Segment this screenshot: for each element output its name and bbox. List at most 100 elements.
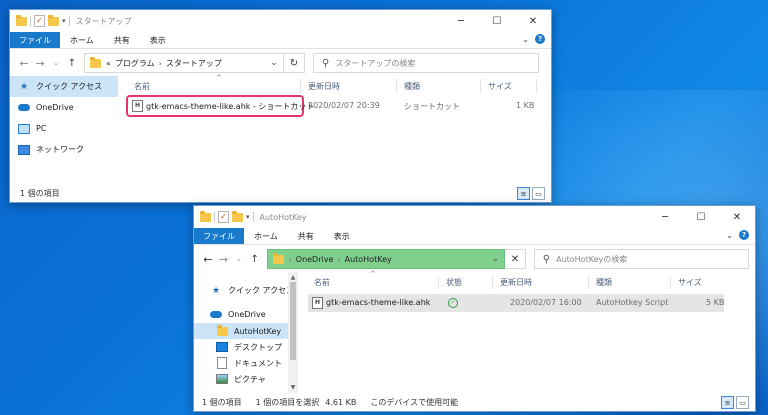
breadcrumb-onedrive[interactable]: OneDrive — [296, 255, 334, 264]
recent-locations-chevron-icon[interactable]: ⌄ — [48, 59, 64, 67]
sidebar-item-desktop[interactable]: デスクトップ — [194, 339, 298, 355]
address-dropdown-icon[interactable]: ⌄ — [265, 58, 283, 68]
column-type[interactable]: 種類 — [596, 277, 612, 288]
large-icons-view-icon[interactable]: ▭ — [736, 396, 749, 409]
close-button[interactable]: ✕ — [719, 206, 755, 228]
up-arrow-icon[interactable]: ↑ — [247, 254, 263, 265]
sidebar-item-onedrive[interactable]: OneDrive — [10, 97, 118, 118]
recent-locations-chevron-icon[interactable]: ⌄ — [231, 255, 247, 263]
sidebar-item-label: AutoHotKey — [234, 326, 282, 336]
column-modified[interactable]: 更新日時 — [500, 277, 532, 288]
title-bar[interactable]: ✓ ▾ スタートアップ ─ ☐ ✕ — [10, 10, 551, 32]
scroll-up-icon[interactable]: ▲ — [288, 274, 298, 281]
navigation-pane: ★ クイック アクセス OneDrive PC ネットワーク — [10, 76, 118, 184]
title-bar[interactable]: ✓ ▾ AutoHotKey ─ ☐ ✕ — [194, 206, 755, 228]
large-icons-view-icon[interactable]: ▭ — [532, 187, 545, 200]
chevron-down-icon[interactable]: ▾ — [62, 17, 66, 25]
sidebar-item-pc[interactable]: PC — [10, 118, 118, 139]
sidebar-item-pictures[interactable]: ピクチャ — [194, 371, 298, 387]
column-type[interactable]: 種類 — [404, 81, 420, 92]
search-box[interactable]: ⚲ スタートアップの検索 — [313, 53, 539, 73]
column-name[interactable]: 名前 — [314, 277, 330, 288]
tab-view[interactable]: 表示 — [140, 32, 176, 48]
sidebar-item-label: ネットワーク — [36, 145, 84, 154]
navigation-pane: ★ クイック アクセス OneDrive AutoHotKey デスクトップ ド… — [194, 272, 298, 393]
search-icon: ⚲ — [322, 57, 330, 69]
properties-icon[interactable]: ✓ — [218, 211, 229, 223]
sidebar-item-onedrive[interactable]: OneDrive — [194, 305, 298, 323]
chevron-down-icon[interactable]: ▾ — [246, 213, 250, 221]
maximize-button[interactable]: ☐ — [479, 10, 515, 32]
column-name[interactable]: 名前 — [134, 81, 150, 92]
sidebar-scrollbar[interactable]: ▲ ▼ — [288, 272, 298, 393]
new-folder-icon[interactable] — [48, 14, 59, 26]
file-list: ^ 名前 状態 更新日時 種類 サイズ H gtk-emacs-theme-li… — [304, 270, 755, 393]
divider — [588, 275, 589, 289]
minimize-button[interactable]: ─ — [647, 206, 683, 228]
help-icon[interactable]: ? — [535, 34, 545, 44]
sidebar-item-label: OneDrive — [36, 103, 74, 112]
status-count: 1 個の項目 — [20, 188, 60, 198]
sidebar-item-autohotkey[interactable]: AutoHotKey — [194, 323, 298, 339]
close-button[interactable]: ✕ — [515, 10, 551, 32]
breadcrumb-autohotkey[interactable]: AutoHotKey — [345, 255, 392, 264]
minimize-button[interactable]: ─ — [443, 10, 479, 32]
refresh-button[interactable]: ↻ — [284, 53, 305, 73]
help-icon[interactable]: ? — [739, 230, 749, 240]
file-row[interactable]: H gtk-emacs-theme-like.ahk ✓ 2020/02/07 … — [308, 294, 724, 312]
column-status[interactable]: 状態 — [446, 277, 462, 288]
expand-ribbon-icon[interactable]: ⌄ — [522, 35, 529, 44]
breadcrumb-programs[interactable]: プログラム — [115, 58, 155, 69]
ribbon-tabs: ファイル ホーム 共有 表示 ⌄ ? — [194, 228, 755, 245]
forward-arrow-icon[interactable]: → — [216, 253, 232, 266]
details-view-icon[interactable]: ≡ — [517, 187, 530, 200]
sidebar-item-network[interactable]: ネットワーク — [10, 139, 118, 160]
address-dropdown-icon[interactable]: ⌄ — [486, 254, 504, 264]
forward-arrow-icon[interactable]: → — [32, 57, 48, 70]
folder-icon — [16, 14, 27, 26]
back-arrow-icon[interactable]: ← — [16, 57, 32, 70]
explorer-window-startup: ✓ ▾ スタートアップ ─ ☐ ✕ ファイル ホーム 共有 表示 ⌄ ? ← →… — [9, 9, 552, 203]
sidebar-item-label: クイック アクセス — [36, 82, 103, 91]
sidebar-item-quick-access[interactable]: ★ クイック アクセス — [194, 280, 298, 301]
tab-file[interactable]: ファイル — [194, 228, 244, 244]
chevron-right-icon[interactable]: › — [337, 255, 340, 264]
address-bar[interactable]: « プログラム › スタートアップ ⌄ — [84, 53, 284, 73]
details-view-icon[interactable]: ≡ — [721, 396, 734, 409]
scrollbar-thumb[interactable] — [290, 282, 296, 360]
file-row[interactable]: H gtk-emacs-theme-like.ahk - ショートカット 202… — [124, 95, 544, 117]
tab-file[interactable]: ファイル — [10, 32, 60, 48]
tab-view[interactable]: 表示 — [324, 228, 360, 244]
divider — [480, 79, 481, 93]
properties-icon[interactable]: ✓ — [34, 15, 45, 27]
scroll-down-icon[interactable]: ▼ — [288, 384, 298, 391]
clear-address-button[interactable]: ✕ — [505, 249, 526, 269]
tab-home[interactable]: ホーム — [244, 228, 288, 244]
breadcrumb-overflow[interactable]: « — [106, 59, 111, 68]
quick-access-toolbar: ✓ ▾ — [10, 14, 70, 27]
sidebar-item-documents[interactable]: ドキュメント — [194, 355, 298, 371]
back-arrow-icon[interactable]: ← — [200, 253, 216, 266]
address-bar[interactable]: › OneDrive › AutoHotKey ⌄ — [266, 249, 506, 269]
column-size[interactable]: サイズ — [678, 277, 702, 288]
divider — [492, 275, 493, 289]
navigation-bar: ← → ⌄ ↑ « プログラム › スタートアップ ⌄ ↻ ⚲ スタートアップの… — [10, 49, 551, 77]
maximize-button[interactable]: ☐ — [683, 206, 719, 228]
up-arrow-icon[interactable]: ↑ — [64, 58, 80, 69]
search-box[interactable]: ⚲ AutoHotKeyの検索 — [533, 249, 749, 269]
tab-share[interactable]: 共有 — [288, 228, 324, 244]
tab-home[interactable]: ホーム — [60, 32, 104, 48]
ribbon-tabs: ファイル ホーム 共有 表示 ⌄ ? — [10, 32, 551, 49]
expand-ribbon-icon[interactable]: ⌄ — [726, 231, 733, 240]
column-size[interactable]: サイズ — [488, 81, 512, 92]
new-folder-icon[interactable] — [232, 210, 243, 222]
chevron-right-icon[interactable]: › — [159, 59, 162, 68]
tab-share[interactable]: 共有 — [104, 32, 140, 48]
sidebar-item-quick-access[interactable]: ★ クイック アクセス — [10, 76, 118, 97]
column-modified[interactable]: 更新日時 — [308, 81, 340, 92]
breadcrumb-startup[interactable]: スタートアップ — [166, 58, 222, 69]
folder-icon — [272, 252, 284, 264]
status-bar: 1 個の項目 1 個の項目を選択 4.61 KB このデバイスで使用可能 ≡ ▭ — [194, 393, 755, 411]
status-availability: このデバイスで使用可能 — [370, 397, 459, 407]
chevron-right-icon[interactable]: › — [289, 255, 292, 264]
